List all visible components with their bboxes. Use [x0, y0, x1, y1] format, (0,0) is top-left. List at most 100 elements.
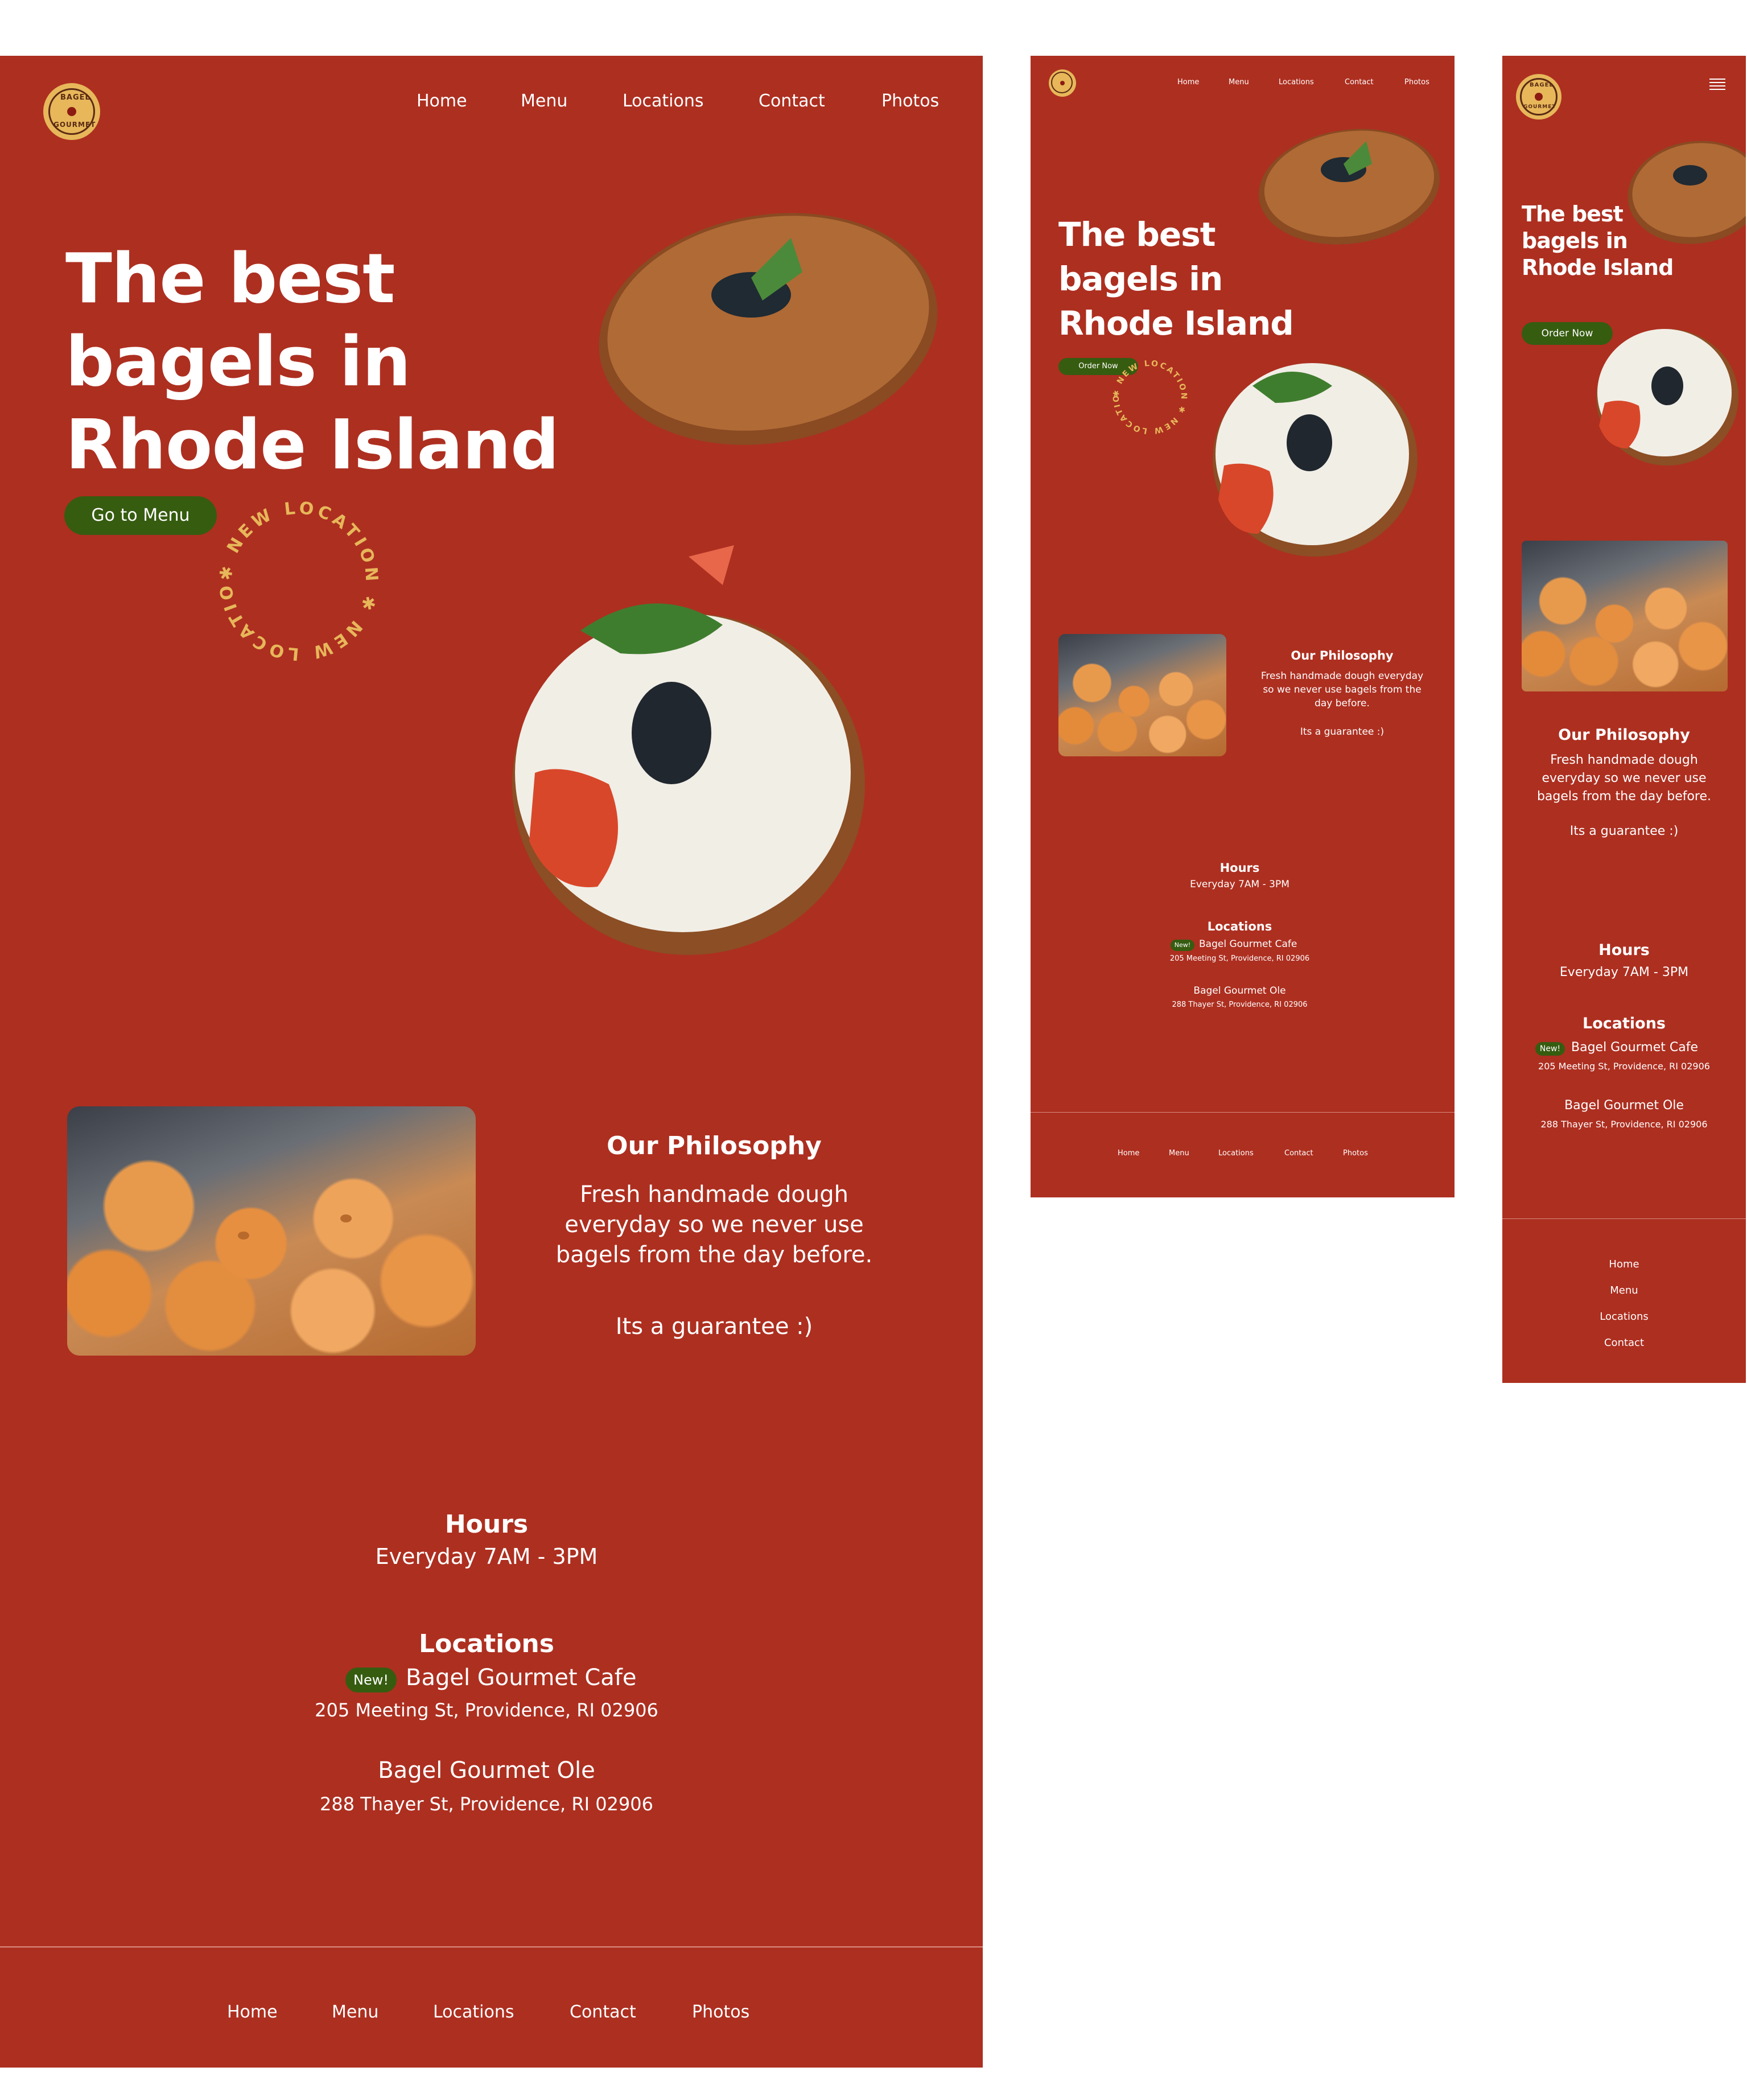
logo[interactable]: BAGEL GOURMET [43, 83, 100, 140]
footer-contact[interactable]: Contact [570, 2002, 636, 2022]
philosophy-line-3: bagels from the day before. [1536, 789, 1712, 804]
guarantee-text: Its a guarantee :) [615, 1313, 813, 1340]
hero-line-3: Rhode Island [1058, 304, 1294, 343]
locations-title: Locations [1207, 920, 1272, 933]
sesame-bagel-image [599, 213, 938, 445]
footer-divider [0, 1946, 983, 1947]
location-1-name: Bagel Gourmet Cafe [1571, 1040, 1698, 1055]
philosophy-line-2: everyday so we never use [565, 1212, 864, 1238]
guarantee-text: Its a guarantee :) [1569, 824, 1679, 838]
nav-menu[interactable]: Menu [521, 91, 567, 111]
philosophy-line-3: bagels from the day before. [555, 1242, 873, 1268]
bagels-photo [1058, 634, 1226, 756]
footer-contact[interactable]: Contact [1502, 1337, 1746, 1349]
location-2-address: 288 Thayer St, Providence, RI 02906 [1172, 1000, 1308, 1009]
new-location-stamp: ✱ NEW LOCATION ✱ NEW LOCATION [216, 499, 381, 664]
location-2-address: 288 Thayer St, Providence, RI 02906 [320, 1793, 653, 1815]
location-1-address: 205 Meeting St, Providence, RI 02906 [1538, 1061, 1710, 1072]
hero-line-2: bagels in [65, 323, 411, 402]
desktop-frame: BAGEL GOURMET Home Menu Locations Contac… [0, 56, 983, 2068]
nav-photos[interactable]: Photos [1404, 78, 1429, 87]
footer-menu[interactable]: Menu [1502, 1284, 1746, 1296]
hours-value: Everyday 7AM - 3PM [375, 1544, 598, 1569]
philosophy-title: Our Philosophy [1291, 649, 1394, 662]
hours-value: Everyday 7AM - 3PM [1190, 879, 1289, 890]
nav-photos[interactable]: Photos [881, 91, 939, 111]
philosophy-line-2: everyday so we never use [1542, 771, 1707, 785]
philosophy-text: Fresh handmade dough everyday so we neve… [501, 1180, 928, 1270]
bagels-photo [1522, 541, 1728, 691]
footer-photos[interactable]: Photos [1343, 1149, 1368, 1158]
philosophy-line-3: day before. [1315, 698, 1370, 709]
location-1-name: Bagel Gourmet Cafe [406, 1665, 637, 1691]
svg-text:✱ NEW LOCATION ✱ NEW LOCATION: ✱ NEW LOCATION ✱ NEW LOCATION [216, 499, 381, 664]
new-badge: New! [1535, 1042, 1565, 1056]
hours-title: Hours [444, 1510, 529, 1539]
logo-text-bottom: GOURMET [1523, 104, 1556, 110]
footer-home[interactable]: Home [227, 2002, 278, 2022]
nav-contact[interactable]: Contact [759, 91, 825, 111]
hero-line-2: bagels in [1522, 228, 1628, 253]
go-to-menu-button[interactable]: Go to Menu [64, 496, 217, 535]
hero-line-2: bagels in [1058, 260, 1223, 298]
logo[interactable]: BAGEL GOURMET [1516, 74, 1561, 120]
philosophy-line-1: Fresh handmade dough [580, 1181, 848, 1208]
hamburger-menu-icon[interactable] [1709, 79, 1725, 92]
nav-locations[interactable]: Locations [623, 91, 704, 111]
logo-text-bottom: GOURMET [53, 121, 96, 129]
salmon-bagel-image [512, 545, 865, 955]
hours-title: Hours [1598, 941, 1650, 959]
footer-divider [1031, 1112, 1455, 1113]
location-1-address: 205 Meeting St, Providence, RI 02906 [1169, 954, 1310, 963]
hero-title: The best bagels in Rhode Island [1522, 201, 1674, 281]
svg-text:✱ NEW LOCATION ✱ NEW LOCATION: ✱ NEW LOCATION ✱ NEW LOCATION [1110, 357, 1188, 435]
footer-locations[interactable]: Locations [1218, 1149, 1254, 1158]
locations-title: Locations [1583, 1015, 1666, 1032]
hero-line-1: The best [1522, 201, 1624, 227]
philosophy-title: Our Philosophy [1558, 726, 1690, 744]
footer-menu[interactable]: Menu [1169, 1149, 1189, 1158]
new-location-stamp: ✱ NEW LOCATION ✱ NEW LOCATION [1110, 357, 1188, 435]
footer-locations[interactable]: Locations [433, 2002, 514, 2022]
philosophy-line-1: Fresh handmade dough everyday [1260, 670, 1424, 682]
nav-menu[interactable]: Menu [1229, 78, 1249, 87]
new-badge: New! [345, 1667, 397, 1693]
new-badge: New! [1171, 940, 1194, 951]
salmon-bagel-image [1596, 329, 1738, 466]
footer-photos[interactable]: Photos [692, 2002, 749, 2022]
guarantee-text: Its a guarantee :) [1300, 726, 1385, 738]
logo-text-top: BAGEL [1530, 82, 1554, 88]
nav-contact[interactable]: Contact [1345, 78, 1374, 87]
location-2-name: Bagel Gourmet Ole [1564, 1098, 1684, 1113]
philosophy-text: Fresh handmade dough everyday so we neve… [1502, 751, 1746, 806]
footer-locations[interactable]: Locations [1502, 1311, 1746, 1323]
locations-title: Locations [419, 1629, 554, 1658]
location-1-address: 205 Meeting St, Providence, RI 02906 [315, 1699, 658, 1721]
location-2-name: Bagel Gourmet Ole [1193, 985, 1286, 997]
hero-line-3: Rhode Island [65, 406, 559, 485]
footer-home[interactable]: Home [1502, 1258, 1746, 1270]
philosophy-text: Fresh handmade dough everyday so we neve… [1235, 669, 1449, 710]
footer-contact[interactable]: Contact [1284, 1149, 1313, 1158]
hero-title: The best bagels in Rhode Island [65, 238, 559, 487]
bagels-photo [67, 1106, 476, 1356]
footer-divider [1502, 1218, 1746, 1219]
hero-line-1: The best [1058, 215, 1216, 254]
footer-home[interactable]: Home [1118, 1149, 1139, 1158]
nav-locations[interactable]: Locations [1279, 78, 1314, 87]
tablet-frame: Home Menu Locations Contact Photos The b… [1031, 56, 1455, 1197]
logo[interactable] [1049, 69, 1076, 97]
philosophy-title: Our Philosophy [607, 1131, 822, 1160]
salmon-bagel-image [1213, 363, 1418, 557]
hero-line-1: The best [65, 240, 395, 319]
logo-text-top: BAGEL [60, 93, 90, 102]
hero-line-3: Rhode Island [1522, 255, 1674, 280]
philosophy-line-1: Fresh handmade dough [1550, 753, 1698, 767]
hours-title: Hours [1219, 861, 1260, 875]
mobile-frame: BAGEL GOURMET The best bagels in Rhode I… [1502, 56, 1746, 1383]
nav-home[interactable]: Home [417, 91, 467, 111]
nav-home[interactable]: Home [1177, 78, 1199, 87]
hero-title: The best bagels in Rhode Island [1058, 212, 1294, 345]
location-2-address: 288 Thayer St, Providence, RI 02906 [1540, 1119, 1708, 1130]
footer-menu[interactable]: Menu [332, 2002, 378, 2022]
